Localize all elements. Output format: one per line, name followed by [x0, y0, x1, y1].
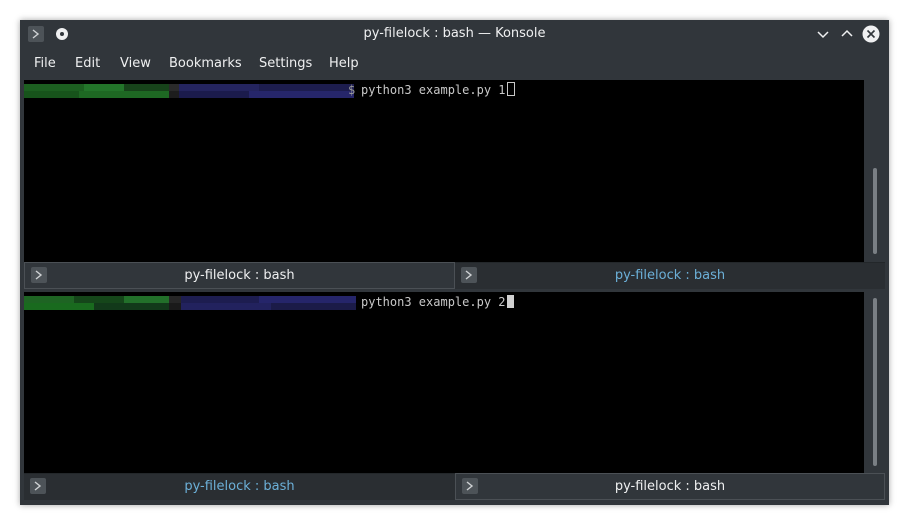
tab-top-left[interactable]: py-filelock : bash — [24, 262, 455, 289]
tab-label: py-filelock : bash — [614, 268, 726, 283]
scrollbar-top[interactable] — [865, 80, 885, 262]
redacted-prompt — [24, 296, 356, 310]
maximize-icon[interactable] — [838, 25, 856, 43]
menu-help[interactable]: Help — [329, 56, 359, 71]
prompt-symbol: $ — [348, 83, 356, 97]
close-icon[interactable] — [862, 25, 880, 43]
tab-bar-bottom: py-filelock : bash py-filelock : bash — [20, 473, 889, 501]
tab-top-right[interactable]: py-filelock : bash — [455, 262, 885, 289]
scrollbar-thumb-top[interactable] — [873, 168, 877, 254]
title-bar[interactable]: py-filelock : bash — Konsole — [20, 20, 889, 48]
menu-bookmarks[interactable]: Bookmarks — [169, 56, 242, 71]
tab-label: py-filelock : bash — [184, 479, 295, 494]
konsole-window: py-filelock : bash — Konsole File Edit V… — [20, 20, 889, 505]
menu-bar: File Edit View Bookmarks Settings Help — [20, 50, 889, 78]
tab-bottom-left[interactable]: py-filelock : bash — [24, 473, 455, 500]
tab-label: py-filelock : bash — [184, 268, 295, 283]
scrollbar-bottom[interactable] — [865, 292, 885, 473]
prompt-line-bottom: python3 example.py 2 — [24, 294, 864, 310]
scrollbar-thumb-bottom[interactable] — [873, 298, 877, 466]
terminal-pane-bottom[interactable]: python3 example.py 2 — [24, 292, 864, 473]
cursor-block-icon — [506, 295, 514, 308]
tab-bar-top: py-filelock : bash py-filelock : bash — [20, 262, 889, 290]
command-text-top: python3 example.py 1 — [361, 82, 515, 98]
redacted-prompt — [24, 84, 354, 98]
terminal-pane-top[interactable]: $ python3 example.py 1 — [24, 80, 864, 262]
menu-settings[interactable]: Settings — [259, 56, 312, 71]
menu-file[interactable]: File — [34, 56, 56, 71]
cursor-hollow-icon — [506, 82, 515, 96]
window-title: py-filelock : bash — Konsole — [363, 26, 546, 41]
prompt-line-top: $ python3 example.py 1 — [24, 82, 864, 98]
menu-edit[interactable]: Edit — [75, 56, 100, 71]
tab-label: py-filelock : bash — [614, 479, 726, 494]
minimize-icon[interactable] — [814, 25, 832, 43]
tab-bottom-right[interactable]: py-filelock : bash — [455, 473, 885, 500]
menu-view[interactable]: View — [120, 56, 151, 71]
command-text-bottom: python3 example.py 2 — [361, 294, 514, 310]
